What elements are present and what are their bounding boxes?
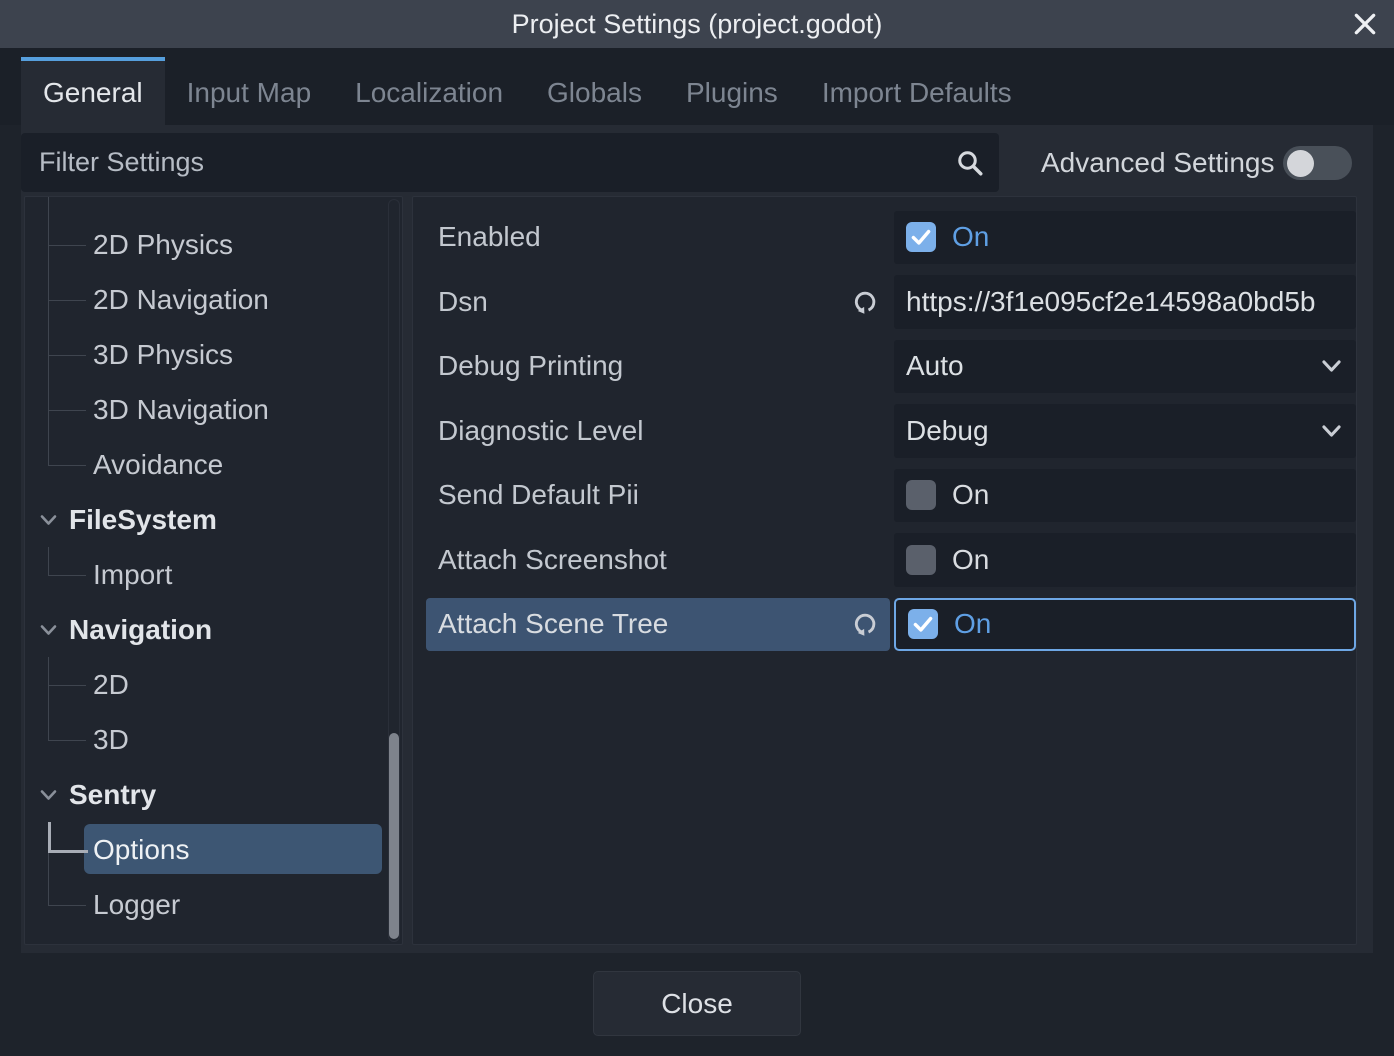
tree-item-label: Logger [93,889,180,921]
dropdown-diagnostic-level[interactable]: Debug [894,404,1356,458]
filter-settings-input[interactable]: Filter Settings [21,133,999,192]
text-field-dsn[interactable]: https://3f1e095cf2e14598a0bd5b [894,275,1356,329]
tree-guide [48,197,50,217]
tree-item-options[interactable]: Options [25,822,388,877]
setting-label-cell: Debug Printing [426,340,890,393]
setting-row-attach-scene-tree: Attach Scene Tree On [413,592,1356,657]
setting-label: Debug Printing [438,350,623,382]
text-field-value: https://3f1e095cf2e14598a0bd5b [906,286,1315,318]
setting-row-send-default-pii: Send Default Pii On [413,463,1356,528]
checkbox-state-label: On [954,608,991,640]
tree-body: 2D Physics 2D Navigation 3D Physics 3D Navi… [25,217,388,932]
tree-item-label: 2D Navigation [93,284,269,316]
checkbox-state-label: On [952,544,989,576]
checkbox-field-send-default-pii[interactable]: On [894,469,1356,523]
window-close-icon[interactable] [1352,11,1378,37]
tree-item-label: Options [93,834,190,866]
setting-label: Attach Screenshot [438,544,667,576]
checkbox-unchecked-icon[interactable] [906,480,936,510]
tree-item-label: Avoidance [93,449,223,481]
tab-plugins[interactable]: Plugins [664,57,800,125]
setting-row-attach-screenshot: Attach Screenshot On [413,528,1356,593]
chevron-down-icon[interactable] [40,789,57,801]
close-button[interactable]: Close [593,971,801,1036]
tree-item-3d-navigation[interactable]: 3D Navigation [25,382,388,437]
settings-tree: 2D Physics 2D Navigation 3D Physics 3D Navi… [24,196,403,945]
checkbox-state-label: On [952,221,989,253]
dropdown-selected-value: Auto [906,350,964,382]
project-settings-dialog: Project Settings (project.godot) General… [0,0,1394,1056]
checkbox-checked-icon[interactable] [906,222,936,252]
checkbox-field-attach-scene-tree[interactable]: On [894,598,1356,652]
tab-localization[interactable]: Localization [333,57,525,125]
revert-icon[interactable] [850,609,880,639]
tree-item-avoidance[interactable]: Avoidance [25,437,388,492]
tab-input-map[interactable]: Input Map [165,57,334,125]
tree-item-label: 3D [93,724,129,756]
tree-item-import[interactable]: Import [25,547,388,602]
setting-label: Dsn [438,286,488,318]
tab-bar: GeneralInput MapLocalizationGlobalsPlugi… [0,48,1394,125]
tree-item-logger[interactable]: Logger [25,877,388,932]
tree-item-3d-physics[interactable]: 3D Physics [25,327,388,382]
settings-rows: Enabled On Dsn https://3f1e095cf2e14598a0bd… [413,205,1356,657]
checkbox-state-label: On [952,479,989,511]
dropdown-debug-printing[interactable]: Auto [894,340,1356,394]
tree-item-sentry[interactable]: Sentry [25,767,388,822]
tree-item-label: 3D Navigation [93,394,269,426]
setting-row-dsn: Dsn https://3f1e095cf2e14598a0bd5b [413,270,1356,335]
tree-item-filesystem[interactable]: FileSystem [25,492,388,547]
setting-label-cell: Attach Screenshot [426,533,890,586]
setting-label-cell: Dsn [426,275,890,328]
setting-label-cell: Enabled [426,211,890,264]
tree-item-2d[interactable]: 2D [25,657,388,712]
tree-item-label: Import [93,559,172,591]
advanced-settings-label: Advanced Settings [1020,133,1275,192]
setting-row-enabled: Enabled On [413,205,1356,270]
settings-content: Filter Settings Advanced Settings 2D Phy… [21,125,1373,953]
window-title: Project Settings (project.godot) [0,0,1394,48]
setting-row-diagnostic-level: Diagnostic Level Debug [413,399,1356,464]
setting-label: Send Default Pii [438,479,639,511]
tree-item-2d-physics[interactable]: 2D Physics [25,217,388,272]
scrollbar-thumb[interactable] [389,733,399,939]
tab-globals[interactable]: Globals [525,57,664,125]
tree-item-3d[interactable]: 3D [25,712,388,767]
checkbox-unchecked-icon[interactable] [906,545,936,575]
setting-label: Enabled [438,221,541,253]
tab-general[interactable]: General [21,57,165,125]
chevron-down-icon [1321,359,1342,373]
titlebar[interactable]: Project Settings (project.godot) [0,0,1394,48]
tree-item-navigation[interactable]: Navigation [25,602,388,657]
tree-item-label: 2D Physics [93,229,233,261]
dropdown-selected-value: Debug [906,415,989,447]
chevron-down-icon [1321,424,1342,438]
chevron-down-icon[interactable] [40,514,57,526]
checkbox-field-attach-screenshot[interactable]: On [894,533,1356,587]
tree-item-label: 2D [93,669,129,701]
search-icon [955,148,985,178]
setting-label-cell: Attach Scene Tree [426,598,890,651]
setting-row-debug-printing: Debug Printing Auto [413,334,1356,399]
filter-placeholder: Filter Settings [39,147,955,178]
advanced-settings-toggle[interactable] [1283,146,1352,180]
tree-item-label: Sentry [69,779,156,811]
tree-item-label: 3D Physics [93,339,233,371]
checkbox-checked-icon[interactable] [908,609,938,639]
settings-panel: Enabled On Dsn https://3f1e095cf2e14598a0bd… [412,196,1357,945]
setting-label: Attach Scene Tree [438,608,668,640]
revert-icon[interactable] [850,287,880,317]
tree-item-label: FileSystem [69,504,217,536]
setting-label: Diagnostic Level [438,415,643,447]
tab-import-defaults[interactable]: Import Defaults [800,57,1034,125]
tree-item-2d-navigation[interactable]: 2D Navigation [25,272,388,327]
chevron-down-icon[interactable] [40,624,57,636]
tree-item-label: Navigation [69,614,212,646]
toggle-knob [1287,150,1314,177]
setting-label-cell: Send Default Pii [426,469,890,522]
checkbox-field-enabled[interactable]: On [894,211,1356,265]
setting-label-cell: Diagnostic Level [426,404,890,457]
